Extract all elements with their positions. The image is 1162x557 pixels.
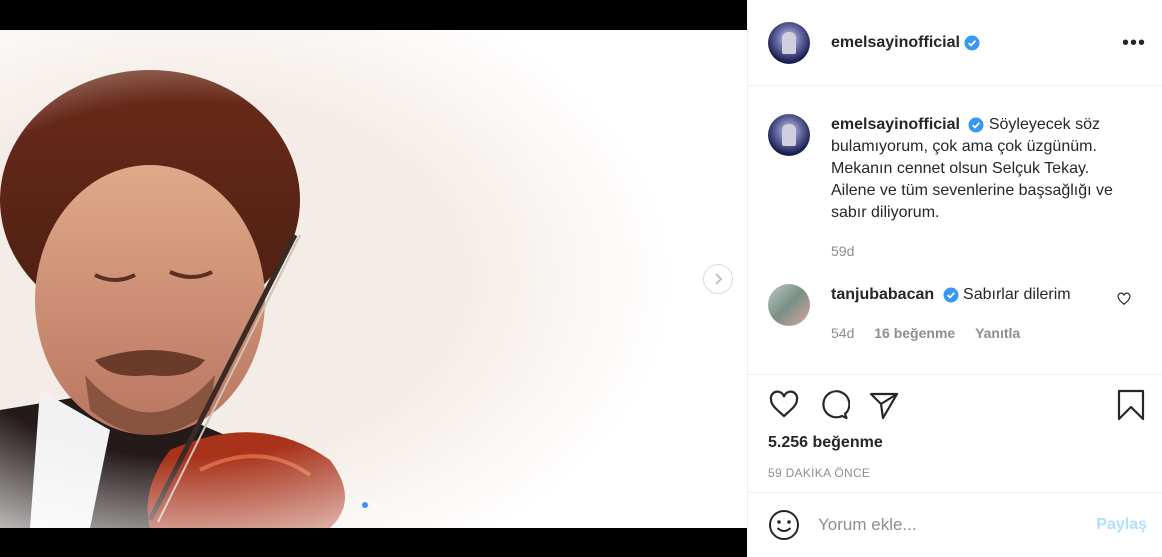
violinist-photo [0, 30, 747, 528]
author-avatar-caption[interactable] [768, 114, 810, 156]
verified-badge-icon [943, 287, 959, 303]
post-header: emelsayinofficial ••• [748, 0, 1162, 86]
post-comment-button[interactable]: Paylaş [1096, 516, 1147, 534]
post-actions: 5.256 beğenme 59 DAKİKA ÖNCE [748, 374, 1162, 480]
caption-meta: 59d [831, 240, 1131, 262]
caption-row: emelsayinofficial Söyleyecek söz bulamıy… [768, 114, 1147, 262]
comment-body: tanjubabacan Sabırlar dilerim 54d 16 beğ… [831, 284, 1131, 344]
caption-body: emelsayinofficial Söyleyecek söz bulamıy… [831, 114, 1131, 262]
post-time[interactable]: 59 DAKİKA ÖNCE [768, 466, 1147, 480]
comments-list: emelsayinofficial Söyleyecek söz bulamıy… [748, 86, 1162, 374]
carousel-dot [372, 502, 378, 508]
likes-count[interactable]: 5.256 beğenme [768, 434, 1147, 452]
verified-badge-icon [968, 117, 984, 133]
comment-bubble-icon[interactable] [818, 389, 850, 421]
verified-badge-icon [964, 35, 980, 50]
author-username[interactable]: emelsayinofficial [831, 34, 960, 52]
comment-reply-link[interactable]: Yanıtla [975, 325, 1020, 341]
comment-age[interactable]: 54d [831, 325, 854, 341]
carousel-indicator [362, 502, 378, 508]
comment-text: Sabırlar dilerim [963, 286, 1071, 303]
author-avatar[interactable] [768, 21, 810, 64]
commenter-avatar[interactable] [768, 284, 810, 326]
action-icons [768, 389, 1147, 421]
like-heart-icon[interactable] [768, 389, 800, 421]
comment-like-count[interactable]: 16 beğenme [874, 325, 955, 341]
add-comment-bar: Paylaş [748, 492, 1162, 557]
caption-age[interactable]: 59d [831, 243, 854, 259]
carousel-dot-active [362, 502, 368, 508]
share-paper-plane-icon[interactable] [868, 389, 900, 421]
post-media [0, 0, 747, 557]
save-bookmark-icon[interactable] [1115, 389, 1147, 421]
caption-username[interactable]: emelsayinofficial [831, 116, 960, 133]
post-side-panel: emelsayinofficial ••• emelsayinofficial … [747, 0, 1162, 557]
post-photo[interactable] [0, 30, 747, 528]
comment-meta: 54d 16 beğenme Yanıtla [831, 322, 1131, 344]
commenter-username[interactable]: tanjubabacan [831, 286, 934, 303]
more-options-icon[interactable]: ••• [1122, 33, 1146, 53]
emoji-icon[interactable] [768, 509, 800, 541]
carousel-next-button[interactable] [703, 264, 733, 294]
comment-input[interactable] [818, 515, 1078, 535]
comment-row: tanjubabacan Sabırlar dilerim 54d 16 beğ… [768, 284, 1147, 344]
comment-like-heart-icon[interactable] [1117, 292, 1131, 306]
chevron-right-icon [715, 273, 723, 285]
